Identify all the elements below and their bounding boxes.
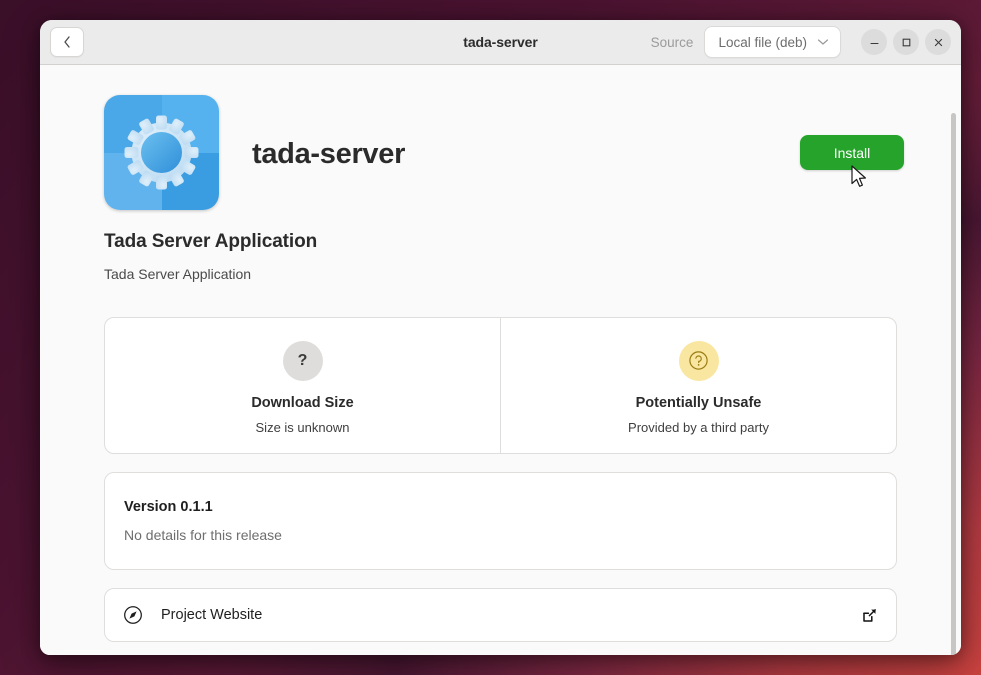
- titlebar: tada-server Source Local file (deb): [40, 20, 961, 65]
- external-link-icon: [860, 606, 879, 625]
- safety-title: Potentially Unsafe: [635, 394, 762, 411]
- app-header: tada-server Install: [64, 65, 937, 210]
- minimize-icon: [869, 37, 880, 48]
- version-details: No details for this release: [124, 527, 282, 543]
- version-title: Version 0.1.1: [124, 499, 213, 515]
- app-summary: Tada Server Application Tada Server Appl…: [64, 231, 937, 282]
- source-dropdown-value: Local file (deb): [718, 34, 807, 50]
- vertical-scrollbar[interactable]: [949, 111, 958, 655]
- chevron-down-icon: [817, 33, 829, 51]
- download-size-title: Download Size: [251, 394, 354, 411]
- app-name: tada-server: [252, 138, 406, 170]
- download-size-value: Size is unknown: [255, 419, 350, 435]
- info-cards: ? Download Size Size is unknown Potentia…: [104, 317, 897, 454]
- install-button[interactable]: Install: [800, 135, 904, 170]
- project-website-row[interactable]: Project Website: [104, 588, 897, 642]
- tada-server-app-icon: [104, 95, 219, 210]
- back-button[interactable]: [50, 27, 84, 57]
- safety-subtitle: Provided by a third party: [628, 419, 769, 435]
- titlebar-right-group: Source Local file (deb): [651, 26, 951, 58]
- close-icon: [933, 37, 944, 48]
- app-details-content: tada-server Install Tada Server Applicat…: [40, 65, 961, 655]
- minimize-button[interactable]: [861, 29, 887, 55]
- scrollbar-thumb[interactable]: [951, 113, 956, 655]
- source-label: Source: [650, 34, 694, 50]
- question-mark-icon: ?: [282, 340, 323, 381]
- source-dropdown[interactable]: Local file (deb): [704, 26, 841, 58]
- app-details-window: tada-server Source Local file (deb) tada…: [40, 20, 961, 655]
- download-size-card: ? Download Size Size is unknown: [105, 318, 500, 453]
- install-button-wrap: Install: [800, 135, 904, 170]
- question-mark-circle-icon: [678, 340, 719, 381]
- maximize-button[interactable]: [893, 29, 919, 55]
- compass-icon: [123, 605, 143, 625]
- app-summary-text: Tada Server Application: [104, 266, 252, 282]
- app-summary-title: Tada Server Application: [104, 231, 318, 252]
- safety-card: Potentially Unsafe Provided by a third p…: [500, 318, 896, 453]
- window-controls: [861, 29, 951, 55]
- close-button[interactable]: [925, 29, 951, 55]
- project-website-label: Project Website: [161, 607, 263, 623]
- chevron-left-icon: [61, 35, 73, 49]
- maximize-icon: [901, 37, 912, 48]
- version-card: Version 0.1.1 No details for this releas…: [104, 472, 897, 570]
